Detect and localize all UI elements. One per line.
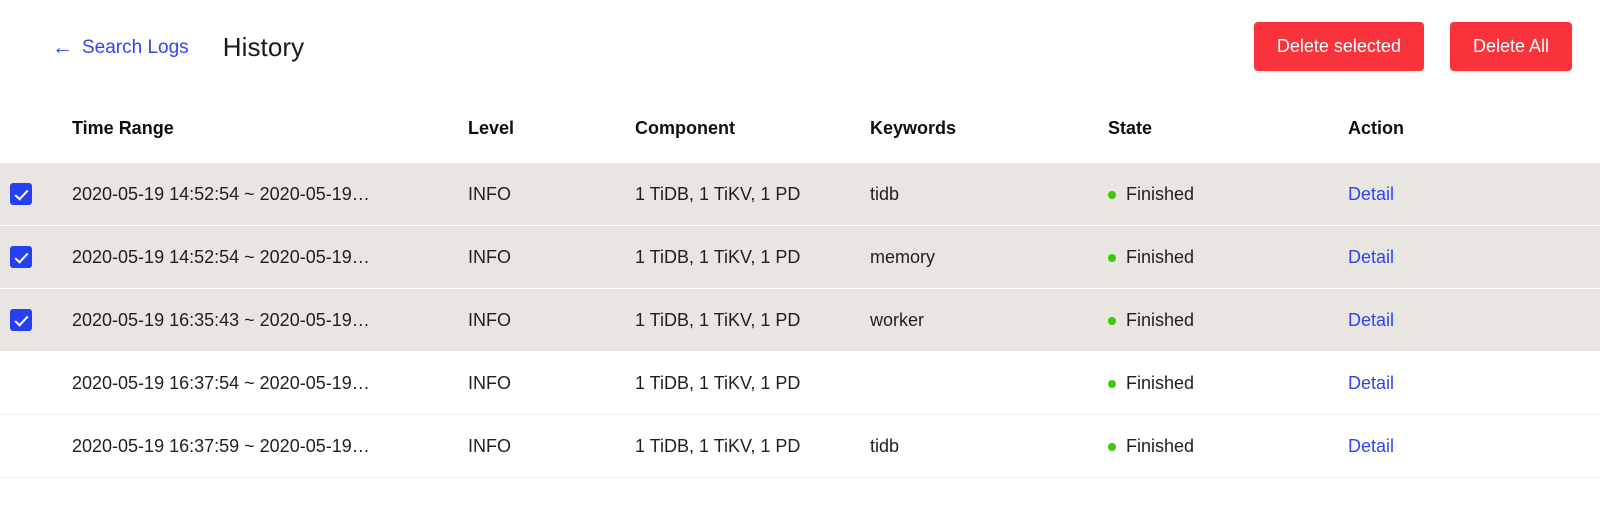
detail-link[interactable]: Detail (1348, 436, 1394, 456)
cell-keywords: memory (870, 247, 1108, 268)
status-label: Finished (1126, 247, 1195, 268)
table-row[interactable]: 2020-05-19 16:35:43 ~ 2020-05-19… INFO 1 T… (0, 289, 1600, 352)
header-actions: Delete selected Delete All (1253, 22, 1572, 71)
status-dot-icon (1108, 442, 1116, 451)
row-select-checkbox[interactable] (10, 183, 32, 205)
status-badge: Finished (1108, 247, 1194, 268)
cell-time-range-text: 2020-05-19 16:37:59 ~ 2020-05-19… (72, 435, 370, 456)
page-header: ← Search Logs History Delete selected De… (0, 0, 1600, 93)
cell-component: 1 TiDB, 1 TiKV, 1 PD (635, 247, 870, 268)
cell-level-text: INFO (468, 372, 511, 393)
cell-time-range: 2020-05-19 16:37:59 ~ 2020-05-19… (72, 436, 468, 457)
cell-state: Finished (1108, 372, 1348, 395)
cell-action: Detail (1348, 247, 1600, 268)
status-label: Finished (1126, 184, 1195, 205)
history-table: Time Range Level Component Keywords Stat… (0, 93, 1600, 478)
detail-link[interactable]: Detail (1348, 247, 1394, 267)
cell-level-text: INFO (468, 435, 511, 456)
cell-component-text: 1 TiDB, 1 TiKV, 1 PD (635, 183, 801, 204)
back-to-search-logs-link[interactable]: ← Search Logs (52, 37, 189, 58)
cell-level: INFO (468, 184, 635, 205)
cell-component: 1 TiDB, 1 TiKV, 1 PD (635, 184, 870, 205)
cell-keywords: worker (870, 310, 1108, 331)
delete-all-button[interactable]: Delete All (1449, 22, 1572, 71)
cell-keywords-text: tidb (870, 183, 900, 204)
cell-level: INFO (468, 310, 635, 331)
cell-component: 1 TiDB, 1 TiKV, 1 PD (635, 310, 870, 331)
status-label: Finished (1126, 436, 1195, 457)
status-dot-icon (1108, 316, 1116, 325)
column-header-state[interactable]: State (1108, 118, 1348, 139)
cell-time-range-text: 2020-05-19 16:37:54 ~ 2020-05-19… (72, 372, 370, 393)
status-badge: Finished (1108, 310, 1194, 331)
detail-link[interactable]: Detail (1348, 373, 1394, 393)
status-badge: Finished (1108, 373, 1194, 394)
status-dot-icon (1108, 379, 1116, 388)
status-dot-icon (1108, 253, 1116, 262)
column-header-time-range[interactable]: Time Range (72, 118, 468, 139)
cell-time-range: 2020-05-19 16:35:43 ~ 2020-05-19… (72, 310, 468, 331)
status-label: Finished (1126, 373, 1195, 394)
cell-action: Detail (1348, 373, 1600, 394)
cell-state: Finished (1108, 309, 1348, 332)
delete-selected-button[interactable]: Delete selected (1253, 22, 1424, 71)
cell-state: Finished (1108, 183, 1348, 206)
cell-level: INFO (468, 436, 635, 457)
table-row[interactable]: 2020-05-19 14:52:54 ~ 2020-05-19… INFO 1 T… (0, 163, 1600, 226)
row-select-cell[interactable] (0, 372, 72, 394)
arrow-left-icon: ← (52, 36, 73, 59)
column-header-keywords[interactable]: Keywords (870, 118, 1108, 139)
cell-action: Detail (1348, 310, 1600, 331)
cell-component-text: 1 TiDB, 1 TiKV, 1 PD (635, 435, 801, 456)
cell-keywords-text: worker (870, 309, 925, 330)
cell-level-text: INFO (468, 183, 511, 204)
status-badge: Finished (1108, 184, 1194, 205)
status-dot-icon (1108, 190, 1116, 199)
column-header-level[interactable]: Level (468, 118, 635, 139)
cell-component-text: 1 TiDB, 1 TiKV, 1 PD (635, 309, 801, 330)
detail-link[interactable]: Detail (1348, 184, 1394, 204)
page-title: History (222, 31, 305, 62)
cell-time-range-text: 2020-05-19 16:35:43 ~ 2020-05-19… (72, 309, 370, 330)
row-select-cell[interactable] (0, 183, 72, 205)
row-select-checkbox[interactable] (10, 246, 32, 268)
cell-time-range-text: 2020-05-19 14:52:54 ~ 2020-05-19… (72, 183, 370, 204)
status-badge: Finished (1108, 436, 1194, 457)
cell-component: 1 TiDB, 1 TiKV, 1 PD (635, 373, 870, 394)
cell-level-text: INFO (468, 309, 511, 330)
cell-level-text: INFO (468, 246, 511, 267)
cell-action: Detail (1348, 184, 1600, 205)
row-select-checkbox[interactable] (10, 309, 32, 331)
cell-keywords: tidb (870, 184, 1108, 205)
history-page: ← Search Logs History Delete selected De… (0, 0, 1600, 505)
cell-level: INFO (468, 247, 635, 268)
column-header-component[interactable]: Component (635, 118, 870, 139)
cell-component-text: 1 TiDB, 1 TiKV, 1 PD (635, 372, 801, 393)
table-row[interactable]: 2020-05-19 16:37:54 ~ 2020-05-19… INFO 1 T… (0, 352, 1600, 415)
cell-keywords-text: memory (870, 246, 936, 267)
cell-action: Detail (1348, 436, 1600, 457)
row-select-cell[interactable] (0, 246, 72, 268)
detail-link[interactable]: Detail (1348, 310, 1394, 330)
cell-level: INFO (468, 373, 635, 394)
cell-state: Finished (1108, 435, 1348, 458)
cell-time-range: 2020-05-19 16:37:54 ~ 2020-05-19… (72, 373, 468, 394)
table-body: 2020-05-19 14:52:54 ~ 2020-05-19… INFO 1 T… (0, 163, 1600, 478)
cell-component-text: 1 TiDB, 1 TiKV, 1 PD (635, 246, 801, 267)
table-row[interactable]: 2020-05-19 14:52:54 ~ 2020-05-19… INFO 1 T… (0, 226, 1600, 289)
cell-keywords-text: tidb (870, 435, 900, 456)
table-row[interactable]: 2020-05-19 16:37:59 ~ 2020-05-19… INFO 1 T… (0, 415, 1600, 478)
cell-state: Finished (1108, 246, 1348, 269)
status-label: Finished (1126, 310, 1195, 331)
cell-keywords: tidb (870, 436, 1108, 457)
row-select-cell[interactable] (0, 435, 72, 457)
column-header-action[interactable]: Action (1348, 118, 1600, 139)
cell-component: 1 TiDB, 1 TiKV, 1 PD (635, 436, 870, 457)
table-header-row: Time Range Level Component Keywords Stat… (0, 93, 1600, 163)
cell-time-range: 2020-05-19 14:52:54 ~ 2020-05-19… (72, 184, 468, 205)
back-link-label: Search Logs (82, 37, 189, 58)
row-select-cell[interactable] (0, 309, 72, 331)
cell-time-range-text: 2020-05-19 14:52:54 ~ 2020-05-19… (72, 246, 370, 267)
cell-time-range: 2020-05-19 14:52:54 ~ 2020-05-19… (72, 247, 468, 268)
